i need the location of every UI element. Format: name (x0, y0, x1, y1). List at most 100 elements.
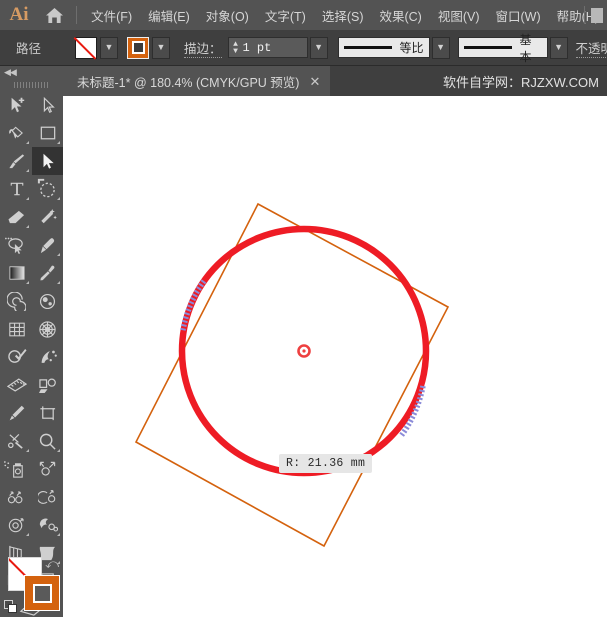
close-icon[interactable]: ✕ (309, 75, 320, 88)
canvas-drawing (134, 202, 450, 548)
tool-artboard[interactable] (32, 399, 63, 427)
tool-blend[interactable] (1, 483, 32, 511)
menu-item-effect[interactable]: 效果(C) (371, 2, 429, 29)
stroke-profile-preview-icon (343, 46, 392, 49)
swap-fill-stroke-icon[interactable]: ⤺ (45, 556, 59, 572)
tool-scissors[interactable] (1, 427, 32, 455)
tool-group-indicator (57, 281, 60, 284)
tool-pencil[interactable] (1, 399, 32, 427)
home-icon[interactable] (38, 0, 70, 30)
tool-rotate[interactable] (32, 175, 63, 203)
chevron-down-icon: ▼ (436, 42, 445, 52)
tool-polar-grid[interactable] (32, 315, 63, 343)
stroke-weight-value: 1 pt (242, 40, 272, 55)
stroke-profile-dropdown-button[interactable]: ▼ (431, 36, 450, 59)
chevron-down-icon: ▼ (156, 42, 166, 52)
tool-rectangle[interactable] (32, 119, 63, 147)
document-tab[interactable]: 未标题-1* @ 180.4% (CMYK/GPU 预览) ✕ (63, 66, 331, 96)
stroke-weight-dropdown-button[interactable]: ▼ (309, 36, 328, 59)
selected-object-type-label: 路径 (16, 42, 42, 56)
chevron-down-icon: ▼ (104, 42, 114, 52)
brush-preview-icon (463, 46, 512, 49)
tool-gradient[interactable] (1, 259, 32, 287)
tool-grid (0, 91, 63, 617)
tool-eraser[interactable] (1, 203, 32, 231)
brush-definition-value: 基本 (519, 32, 532, 64)
chevron-down-icon: ▼ (554, 42, 563, 52)
tool-spiral[interactable] (1, 287, 32, 315)
tool-lasso[interactable] (1, 231, 32, 259)
tool-curvature[interactable] (32, 231, 63, 259)
fill-color-swatch[interactable] (75, 36, 98, 59)
tool-measure-ruler[interactable] (1, 371, 32, 399)
menu-item-window[interactable]: 窗口(W) (488, 2, 549, 29)
document-tab-title: 未标题-1* @ 180.4% (CMYK/GPU 预览) (77, 75, 300, 90)
tool-selection[interactable] (1, 91, 32, 119)
menu-divider-right (584, 6, 585, 24)
menu-item-select[interactable]: 选择(S) (314, 2, 372, 29)
tool-offset[interactable] (32, 483, 63, 511)
stroke-profile-combo[interactable]: 等比 (337, 37, 430, 58)
color-controls: ⤺ (0, 555, 63, 617)
default-fill-stroke-icon[interactable] (4, 600, 18, 614)
stroke-profile-value: 等比 (399, 41, 424, 55)
menu-item-view[interactable]: 视图(V) (430, 2, 488, 29)
tool-eyedropper[interactable] (32, 259, 63, 287)
artboard-canvas[interactable]: R: 21.36 mm (63, 96, 607, 617)
tool-group-indicator (57, 253, 60, 256)
tool-group-indicator (26, 169, 29, 172)
tool-group-indicator (26, 141, 29, 144)
stroke-weight-label[interactable]: 描边： (184, 38, 222, 58)
tool-type[interactable] (1, 175, 32, 203)
tool-direct-selection[interactable] (32, 91, 63, 119)
tool-paintbrush[interactable] (1, 147, 32, 175)
menu-item-list: 文件(F) 编辑(E) 对象(O) 文字(T) 选择(S) 效果(C) 视图(V… (83, 2, 607, 29)
tool-group-indicator (57, 449, 60, 452)
stroke-dropdown-button[interactable]: ▼ (152, 36, 171, 59)
document-arrange-icon[interactable] (591, 7, 603, 23)
stroke-weight-stepper[interactable]: ▲ ▼ (229, 37, 243, 59)
document-tab-bar: 未标题-1* @ 180.4% (CMYK/GPU 预览) ✕ 软件自学网：RJ… (63, 66, 607, 96)
tool-blob-brush[interactable] (32, 287, 63, 315)
stroke-swatch-large[interactable] (24, 575, 60, 611)
menu-item-object[interactable]: 对象(O) (198, 2, 257, 29)
tool-scale[interactable] (32, 455, 63, 483)
menu-item-file[interactable]: 文件(F) (83, 2, 140, 29)
tool-shaper[interactable] (32, 147, 63, 175)
tool-group-indicator (26, 225, 29, 228)
tools-panel-grip[interactable] (0, 79, 63, 91)
opacity-label[interactable]: 不透明度 (575, 38, 607, 58)
tool-group-indicator (26, 281, 29, 284)
tool-group-indicator (57, 533, 60, 536)
tool-sprayer-can[interactable] (1, 455, 32, 483)
tool-group-indicator (26, 533, 29, 536)
stroke-weight-field[interactable]: ▲ ▼ 1 pt (227, 37, 308, 59)
menu-bar: Ai 文件(F) 编辑(E) 对象(O) 文字(T) 选择(S) 效果(C) 视… (0, 0, 607, 30)
tool-rotate-around[interactable] (1, 511, 32, 539)
tool-grid[interactable] (1, 315, 32, 343)
brush-definition-combo[interactable]: 基本 (457, 33, 548, 64)
menu-divider (76, 6, 78, 24)
radius-tooltip: R: 21.36 mm (279, 454, 373, 473)
tool-zoom[interactable] (32, 427, 63, 455)
menu-item-type[interactable]: 文字(T) (257, 2, 314, 29)
tool-group-indicator (26, 197, 29, 200)
tools-panel: ◀◀ ⤺ (0, 66, 63, 617)
tool-live-paint[interactable] (32, 371, 63, 399)
tool-magic-wand[interactable] (32, 203, 63, 231)
stroke-color-swatch[interactable] (127, 36, 150, 59)
tool-pen[interactable] (1, 119, 32, 147)
ai-logo: Ai (9, 4, 29, 25)
menu-item-edit[interactable]: 编辑(E) (140, 2, 198, 29)
brush-definition-dropdown-button[interactable]: ▼ (549, 36, 568, 59)
center-point-marker (297, 344, 311, 358)
tool-symbol-sprayer[interactable] (32, 343, 63, 371)
watermark-text: 软件自学网：RJZXW.COM (443, 74, 599, 90)
illustrator-window: Ai 文件(F) 编辑(E) 对象(O) 文字(T) 选择(S) 效果(C) 视… (0, 0, 607, 617)
tool-free-transform[interactable] (32, 511, 63, 539)
fill-dropdown-button[interactable]: ▼ (100, 36, 119, 59)
menubar-right-area (578, 0, 607, 30)
tool-group-indicator (26, 449, 29, 452)
tools-panel-collapse-icon[interactable]: ◀◀ (0, 66, 63, 79)
tool-shape-builder[interactable] (1, 343, 32, 371)
